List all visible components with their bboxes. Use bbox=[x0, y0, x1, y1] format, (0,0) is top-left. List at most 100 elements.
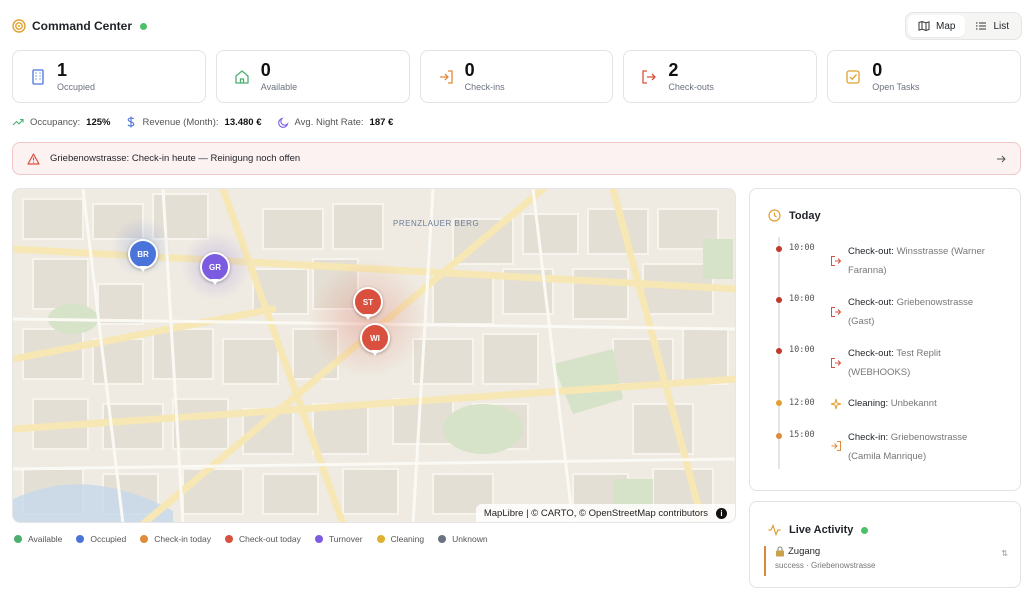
activity-title-row: Zugang bbox=[775, 546, 1012, 557]
legend-dot bbox=[140, 535, 149, 543]
live-status-dot bbox=[861, 526, 869, 534]
activity-icon bbox=[768, 524, 781, 536]
alert-text: Griebenowstrasse: Check-in heute — Reini… bbox=[50, 153, 301, 164]
event-time: 10:00 bbox=[789, 345, 815, 355]
kpi-label: Available bbox=[260, 82, 298, 92]
pin-circle: GR bbox=[200, 252, 230, 282]
event-detail: Test Replit bbox=[896, 348, 941, 359]
map-legend: Available Occupied Check-in today Check-… bbox=[14, 534, 502, 544]
kpi-value: 0 bbox=[260, 60, 271, 80]
pin-tail bbox=[364, 314, 372, 320]
revenue-label: Revenue (Month): bbox=[142, 116, 219, 128]
event-detail: Winsstrasse (Warner bbox=[896, 246, 985, 257]
logout-icon bbox=[831, 307, 842, 317]
legend-label: Check-in today bbox=[154, 534, 211, 544]
kpi-row: 1 Occupied 0 Available 0 Check-ins 2 Check-o… bbox=[12, 50, 1021, 103]
kpi-available[interactable]: 0 Available bbox=[215, 50, 410, 103]
view-toggle: Map List bbox=[904, 12, 1022, 40]
login-icon bbox=[439, 69, 453, 84]
kpi-occupied[interactable]: 1 Occupied bbox=[12, 50, 206, 103]
property-pin-wi[interactable]: WI bbox=[360, 323, 390, 359]
kpi-value: 0 bbox=[464, 60, 475, 80]
metric-occupancy: Occupancy: 125% bbox=[12, 117, 110, 128]
legend-dot bbox=[76, 535, 85, 543]
event-detail: Unbekannt bbox=[890, 398, 937, 409]
legend-label: Cleaning bbox=[390, 534, 425, 544]
arrow-right-icon bbox=[997, 155, 1006, 162]
legend-dot bbox=[376, 535, 385, 543]
building-icon bbox=[32, 68, 44, 85]
event-dot bbox=[776, 400, 782, 406]
live-activity-header: Live Activity bbox=[768, 524, 869, 536]
legend-label: Check-out today bbox=[238, 534, 301, 544]
pin-tail bbox=[139, 266, 147, 272]
legend-item: Check-in today bbox=[140, 534, 211, 544]
map-view-button[interactable]: Map bbox=[907, 15, 966, 37]
legend-dot bbox=[224, 535, 233, 543]
legend-label: Available bbox=[28, 534, 63, 544]
today-title: Today bbox=[789, 209, 821, 222]
event-detail-2: (Camila Manrique) bbox=[848, 451, 927, 462]
event-time: 12:00 bbox=[789, 398, 815, 408]
map-view-label: Map bbox=[935, 20, 956, 32]
map-icon bbox=[918, 20, 930, 32]
kpi-value: 0 bbox=[872, 60, 883, 80]
pin-circle: WI bbox=[360, 323, 390, 353]
legend-label: Unknown bbox=[452, 534, 488, 544]
event-time: 15:00 bbox=[789, 430, 815, 440]
map[interactable]: PRENZLAUER BERG BR GR ST WI MapLibre | ©… bbox=[12, 188, 736, 523]
legend-label: Turnover bbox=[328, 534, 363, 544]
event-time: 10:00 bbox=[789, 243, 815, 253]
attribution-text[interactable]: MapLibre | © CARTO, © OpenStreetMap cont… bbox=[484, 508, 708, 519]
kpi-open-tasks[interactable]: 0 Open Tasks bbox=[827, 50, 1021, 103]
legend-label: Occupied bbox=[90, 534, 127, 544]
header: Command Center Map List bbox=[12, 12, 1022, 40]
event-detail-2: (Gast) bbox=[848, 316, 875, 327]
legend-item: Check-out today bbox=[224, 534, 301, 544]
logout-icon bbox=[831, 358, 842, 368]
pin-circle: BR bbox=[128, 239, 158, 269]
legend-dot bbox=[14, 535, 22, 543]
list-view-button[interactable]: List bbox=[965, 15, 1019, 37]
event-detail-2: Faranna) bbox=[848, 265, 887, 276]
map-attribution: MapLibre | © CARTO, © OpenStreetMap cont… bbox=[475, 504, 735, 522]
kpi-label: Check-outs bbox=[668, 82, 714, 92]
occupancy-value: 125% bbox=[86, 116, 111, 128]
info-icon[interactable]: i bbox=[716, 507, 727, 519]
event-detail: Griebenowstrasse bbox=[890, 432, 968, 443]
event-dot bbox=[776, 246, 782, 252]
property-pin-br[interactable]: BR bbox=[128, 239, 158, 275]
legend-item: Unknown bbox=[438, 534, 488, 544]
today-panel: Today 10:00 Check-out: Winsstrasse (Warn… bbox=[749, 188, 1021, 491]
event-detail: Griebenowstrasse bbox=[896, 297, 974, 308]
legend-item: Cleaning bbox=[376, 534, 425, 544]
lock-icon bbox=[776, 546, 784, 557]
kpi-label: Occupied bbox=[57, 82, 96, 92]
checkbox-icon bbox=[846, 69, 860, 84]
kpi-check-ins[interactable]: 0 Check-ins bbox=[419, 50, 614, 103]
pin-tail bbox=[371, 350, 379, 356]
event-kind: Check-in: bbox=[848, 432, 889, 443]
property-pin-gr[interactable]: GR bbox=[200, 252, 230, 288]
kpi-value: 1 bbox=[57, 60, 68, 80]
live-activity-title: Live Activity bbox=[789, 524, 854, 536]
kpi-check-outs[interactable]: 2 Check-outs bbox=[623, 50, 818, 103]
event-time: 10:00 bbox=[789, 294, 815, 304]
metrics-row: Occupancy: 125% Revenue (Month): 13.480 € … bbox=[12, 115, 409, 129]
activity-action[interactable]: ⇅ bbox=[1001, 549, 1008, 558]
status-dot bbox=[140, 22, 148, 30]
metric-revenue: Revenue (Month): 13.480 € bbox=[126, 116, 262, 128]
event-text: Cleaning: Unbekannt bbox=[848, 394, 1006, 413]
alert-banner[interactable]: Griebenowstrasse: Check-in heute — Reini… bbox=[12, 142, 1021, 175]
property-pin-st[interactable]: ST bbox=[353, 287, 383, 323]
event-dot bbox=[776, 297, 782, 303]
activity-item[interactable]: Zugang success · Griebenowstrasse ⇅ bbox=[764, 546, 1012, 576]
warning-icon bbox=[27, 152, 40, 165]
event-text: Check-in: Griebenowstrasse (Camila Manriq… bbox=[848, 428, 1006, 466]
event-text: Check-out: Winsstrasse (Warner Faranna) bbox=[848, 242, 1006, 280]
live-activity-panel: Live Activity Zugang success · Griebenow… bbox=[749, 501, 1021, 588]
legend-dot bbox=[438, 535, 447, 543]
event-dot bbox=[776, 433, 782, 439]
metric-night-rate: Avg. Night Rate: 187 € bbox=[277, 117, 393, 128]
login-icon bbox=[831, 441, 841, 451]
